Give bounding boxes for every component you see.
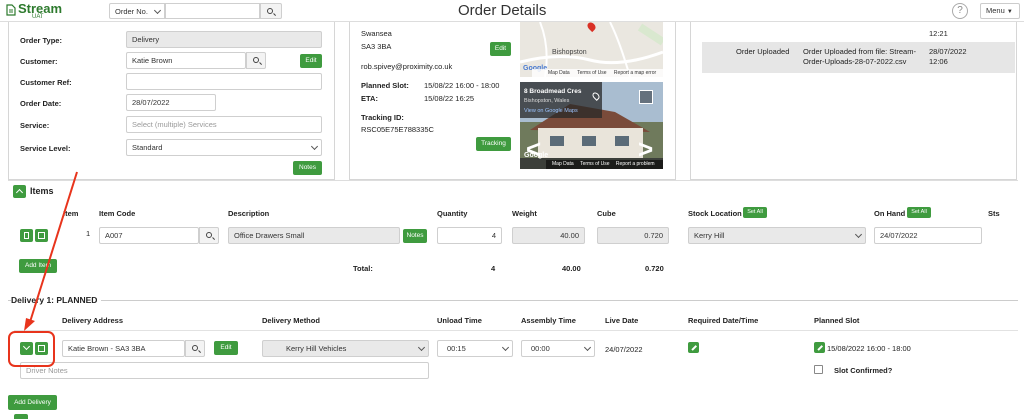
annotation-arrow-line: [29, 171, 78, 323]
annotation-overlay: [8, 171, 78, 367]
annotation-highlight-box: [8, 331, 55, 367]
annotation-arrowhead: [24, 318, 35, 331]
